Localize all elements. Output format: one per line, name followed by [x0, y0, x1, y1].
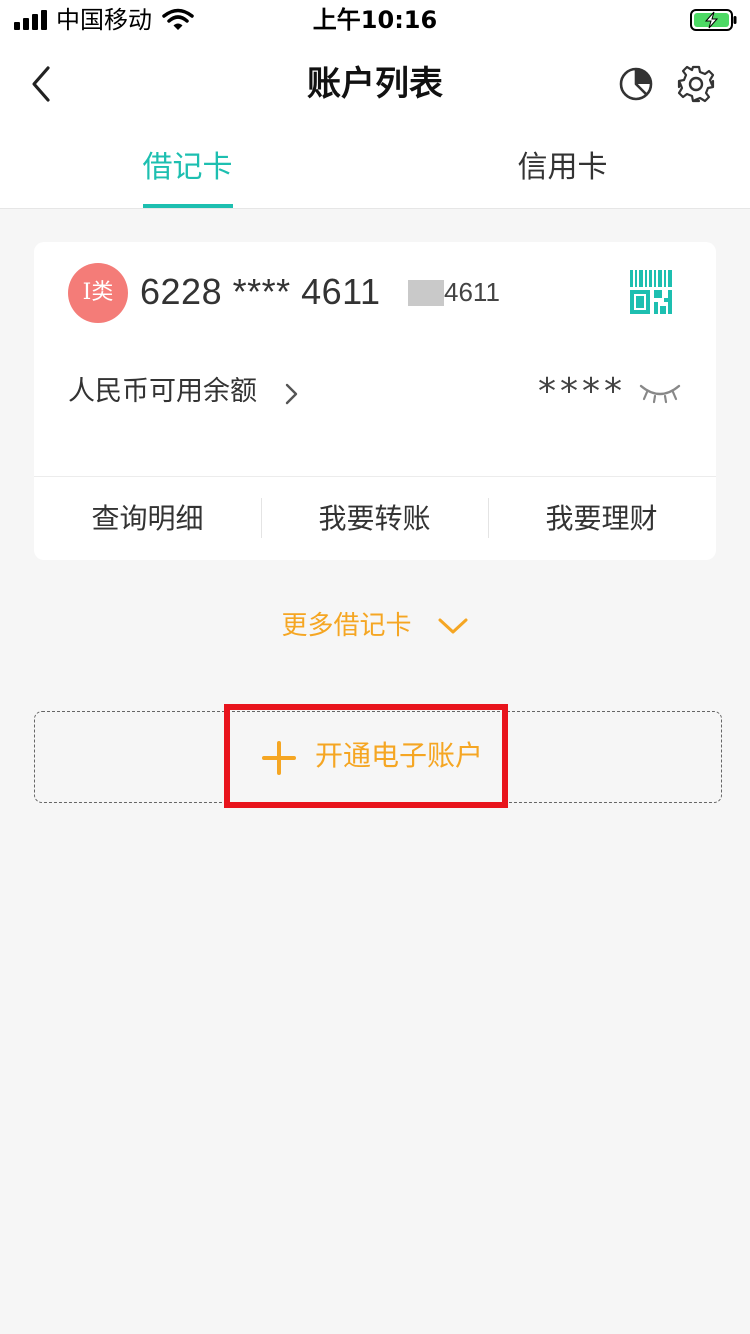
eye-closed-icon[interactable] — [638, 380, 682, 404]
qr-barcode-icon[interactable] — [630, 270, 674, 314]
card-class-badge: I类 — [68, 263, 128, 323]
more-debit-cards-toggle[interactable]: 更多借记卡 — [0, 604, 750, 648]
status-time: 上午10:16 — [312, 6, 438, 34]
wealth-management-button[interactable]: 我要理财 — [488, 477, 715, 560]
transfer-button[interactable]: 我要转账 — [261, 477, 488, 560]
more-debit-cards-label: 更多借记卡 — [281, 611, 412, 641]
query-details-button[interactable]: 查询明细 — [34, 477, 261, 560]
battery-charging-icon — [690, 9, 737, 31]
tab-debit-card[interactable]: 借记卡 — [0, 128, 375, 208]
pie-chart-icon[interactable] — [616, 64, 656, 104]
chevron-right-icon[interactable] — [284, 382, 300, 406]
gear-icon[interactable] — [676, 64, 716, 104]
open-e-account-button[interactable]: 开通电子账户 — [34, 711, 722, 803]
tab-credit-card[interactable]: 信用卡 — [375, 128, 750, 208]
balance-hidden-value: **** — [538, 371, 626, 412]
chevron-down-icon — [438, 618, 468, 634]
nav-header: 账户列表 — [0, 40, 750, 128]
redacted-block — [408, 280, 444, 306]
plus-icon — [262, 741, 296, 775]
card-number: 6228 **** 4611 — [140, 271, 381, 312]
status-bar: 中国移动 上午10:16 — [0, 0, 750, 40]
chevron-left-icon[interactable] — [22, 62, 62, 106]
debit-card-panel: I类 6228 **** 4611 4611 人民币可用余额 **** 查询明细… — [34, 242, 716, 560]
active-tab-indicator — [143, 204, 233, 208]
card-suffix: 4611 — [444, 277, 500, 307]
account-list-page: 中国移动 上午10:16 账户列表 借记卡 信用卡 I类 6228 **** 4… — [0, 0, 750, 1334]
card-type-tabs: 借记卡 信用卡 — [0, 128, 750, 209]
open-e-account-label: 开通电子账户 — [315, 739, 484, 772]
balance-label[interactable]: 人民币可用余额 — [68, 374, 257, 410]
